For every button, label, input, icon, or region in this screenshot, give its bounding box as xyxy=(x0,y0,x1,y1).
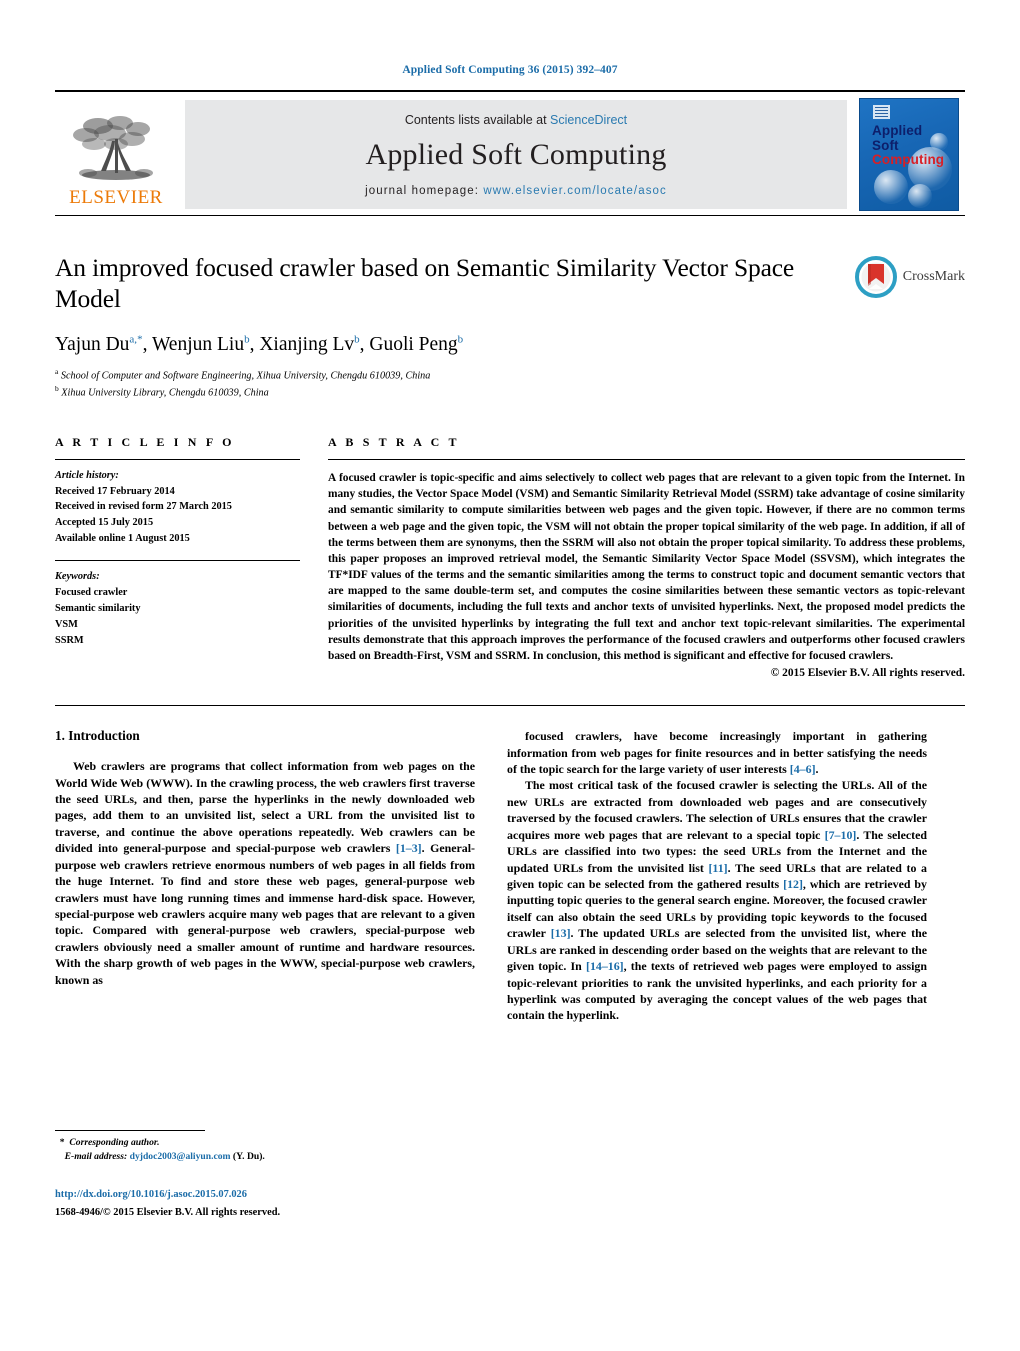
introduction-section: 1. Introduction Web crawlers are program… xyxy=(55,728,965,1218)
article-info-column: A R T I C L E I N F O Article history: R… xyxy=(55,435,300,679)
affiliation-b-text: Xihua University Library, Chengdu 610039… xyxy=(61,387,269,399)
section-heading-introduction: 1. Introduction xyxy=(55,728,140,744)
history-item: Available online 1 August 2015 xyxy=(55,532,190,544)
keyword-item: SSRM xyxy=(55,634,84,646)
affiliations: a School of Computer and Software Engine… xyxy=(55,367,965,401)
cover-line-applied: Applied xyxy=(872,123,923,138)
paper-page: Applied Soft Computing 36 (2015) 392–407 xyxy=(0,0,1020,1351)
body-column-left: 1. Introduction Web crawlers are program… xyxy=(55,728,475,1218)
abstract-heading: A B S T R A C T xyxy=(328,434,460,449)
info-abstract-section: A R T I C L E I N F O Article history: R… xyxy=(55,435,965,679)
journal-masthead: ELSEVIER Contents lists available at Sci… xyxy=(55,90,965,216)
doi-link[interactable]: http://dx.doi.org/10.1016/j.asoc.2015.07… xyxy=(55,1187,475,1202)
article-history-label: Article history: xyxy=(55,469,119,481)
affiliation-a: a School of Computer and Software Engine… xyxy=(55,366,431,381)
intro-paragraph-right-1: focused crawlers, have become increasing… xyxy=(507,729,927,777)
title-block: An improved focused crawler based on Sem… xyxy=(55,252,965,401)
page-title: An improved focused crawler based on Sem… xyxy=(55,253,795,314)
author-list: Yajun Dua,*, Wenjun Liub, Xianjing Lvb, … xyxy=(55,333,464,356)
email-link[interactable]: dyjdoc2003@aliyun.com xyxy=(130,1151,231,1162)
affiliation-b: b Xihua University Library, Chengdu 6100… xyxy=(55,383,269,399)
abstract-copyright: © 2015 Elsevier B.V. All rights reserved… xyxy=(770,667,965,680)
cover-stamp-icon xyxy=(873,105,890,119)
elsevier-wordmark: ELSEVIER xyxy=(69,187,163,208)
email-label: E-mail address: xyxy=(64,1151,128,1163)
abstract-text: A focused crawler is topic-specific and … xyxy=(328,471,965,663)
intro-paragraph-right-2: The most critical task of the focused cr… xyxy=(507,778,927,1023)
keyword-item: Focused crawler xyxy=(55,587,128,599)
homepage-line: journal homepage: www.elsevier.com/locat… xyxy=(365,185,667,197)
body-column-right: focused crawlers, have become increasing… xyxy=(507,728,927,1024)
email-suffix: (Y. Du). xyxy=(232,1151,265,1163)
affiliation-a-text: School of Computer and Software Engineer… xyxy=(60,370,431,381)
contents-line: Contents lists available at ScienceDirec… xyxy=(405,113,627,127)
body-separator-rule xyxy=(55,705,965,707)
keywords-block: Keywords: Focused crawler Semantic simil… xyxy=(55,561,300,649)
cover-line-soft: Soft xyxy=(872,137,899,153)
doi-block: http://dx.doi.org/10.1016/j.asoc.2015.07… xyxy=(55,1187,475,1220)
cover-line-computing: Computing xyxy=(872,152,945,168)
homepage-prefix: journal homepage: xyxy=(365,184,484,197)
sciencedirect-link[interactable]: ScienceDirect xyxy=(550,113,627,127)
article-history: Article history: Received 17 February 20… xyxy=(55,460,300,546)
keyword-item: VSM xyxy=(55,619,78,631)
journal-title: Applied Soft Computing xyxy=(365,137,667,171)
cover-title-text: Applied Soft Computing xyxy=(872,123,945,168)
contents-prefix: Contents lists available at xyxy=(404,112,551,127)
intro-paragraph-left: Web crawlers are programs that collect i… xyxy=(55,759,475,987)
abstract-column: A B S T R A C T A focused crawler is top… xyxy=(328,435,965,679)
cover-artwork: Applied Soft Computing xyxy=(859,98,959,211)
history-item: Received 17 February 2014 xyxy=(55,485,175,497)
elsevier-tree-icon xyxy=(73,116,153,180)
corresponding-author-text: Corresponding author. xyxy=(69,1136,160,1148)
article-info-heading: A R T I C L E I N F O xyxy=(55,434,235,449)
keyword-item: Semantic similarity xyxy=(55,603,141,615)
cover-bubble xyxy=(908,184,932,208)
crossmark-icon xyxy=(854,256,897,298)
cover-bubble xyxy=(874,170,908,204)
email-note: E-mail address: dyjdoc2003@aliyun.com (Y… xyxy=(55,1150,475,1164)
running-head: Applied Soft Computing 36 (2015) 392–407 xyxy=(402,64,618,76)
keywords-label: Keywords: xyxy=(55,571,100,583)
history-item: Received in revised form 27 March 2015 xyxy=(55,501,232,513)
issn-copyright-line: 1568-4946/© 2015 Elsevier B.V. All right… xyxy=(55,1206,281,1218)
history-item: Accepted 15 July 2015 xyxy=(55,516,154,528)
footnote-rule xyxy=(55,1129,205,1131)
journal-band: Contents lists available at ScienceDirec… xyxy=(185,100,847,209)
corresponding-author-note: * Corresponding author. xyxy=(55,1136,160,1148)
journal-cover-thumbnail: Applied Soft Computing xyxy=(853,98,965,211)
footnote-block: * Corresponding author. E-mail address: … xyxy=(55,1129,475,1220)
homepage-url-link[interactable]: www.elsevier.com/locate/asoc xyxy=(483,185,667,197)
crossmark-badge[interactable]: CrossMark xyxy=(854,256,965,298)
crossmark-label: CrossMark xyxy=(902,269,965,284)
elsevier-logo: ELSEVIER xyxy=(55,100,177,209)
